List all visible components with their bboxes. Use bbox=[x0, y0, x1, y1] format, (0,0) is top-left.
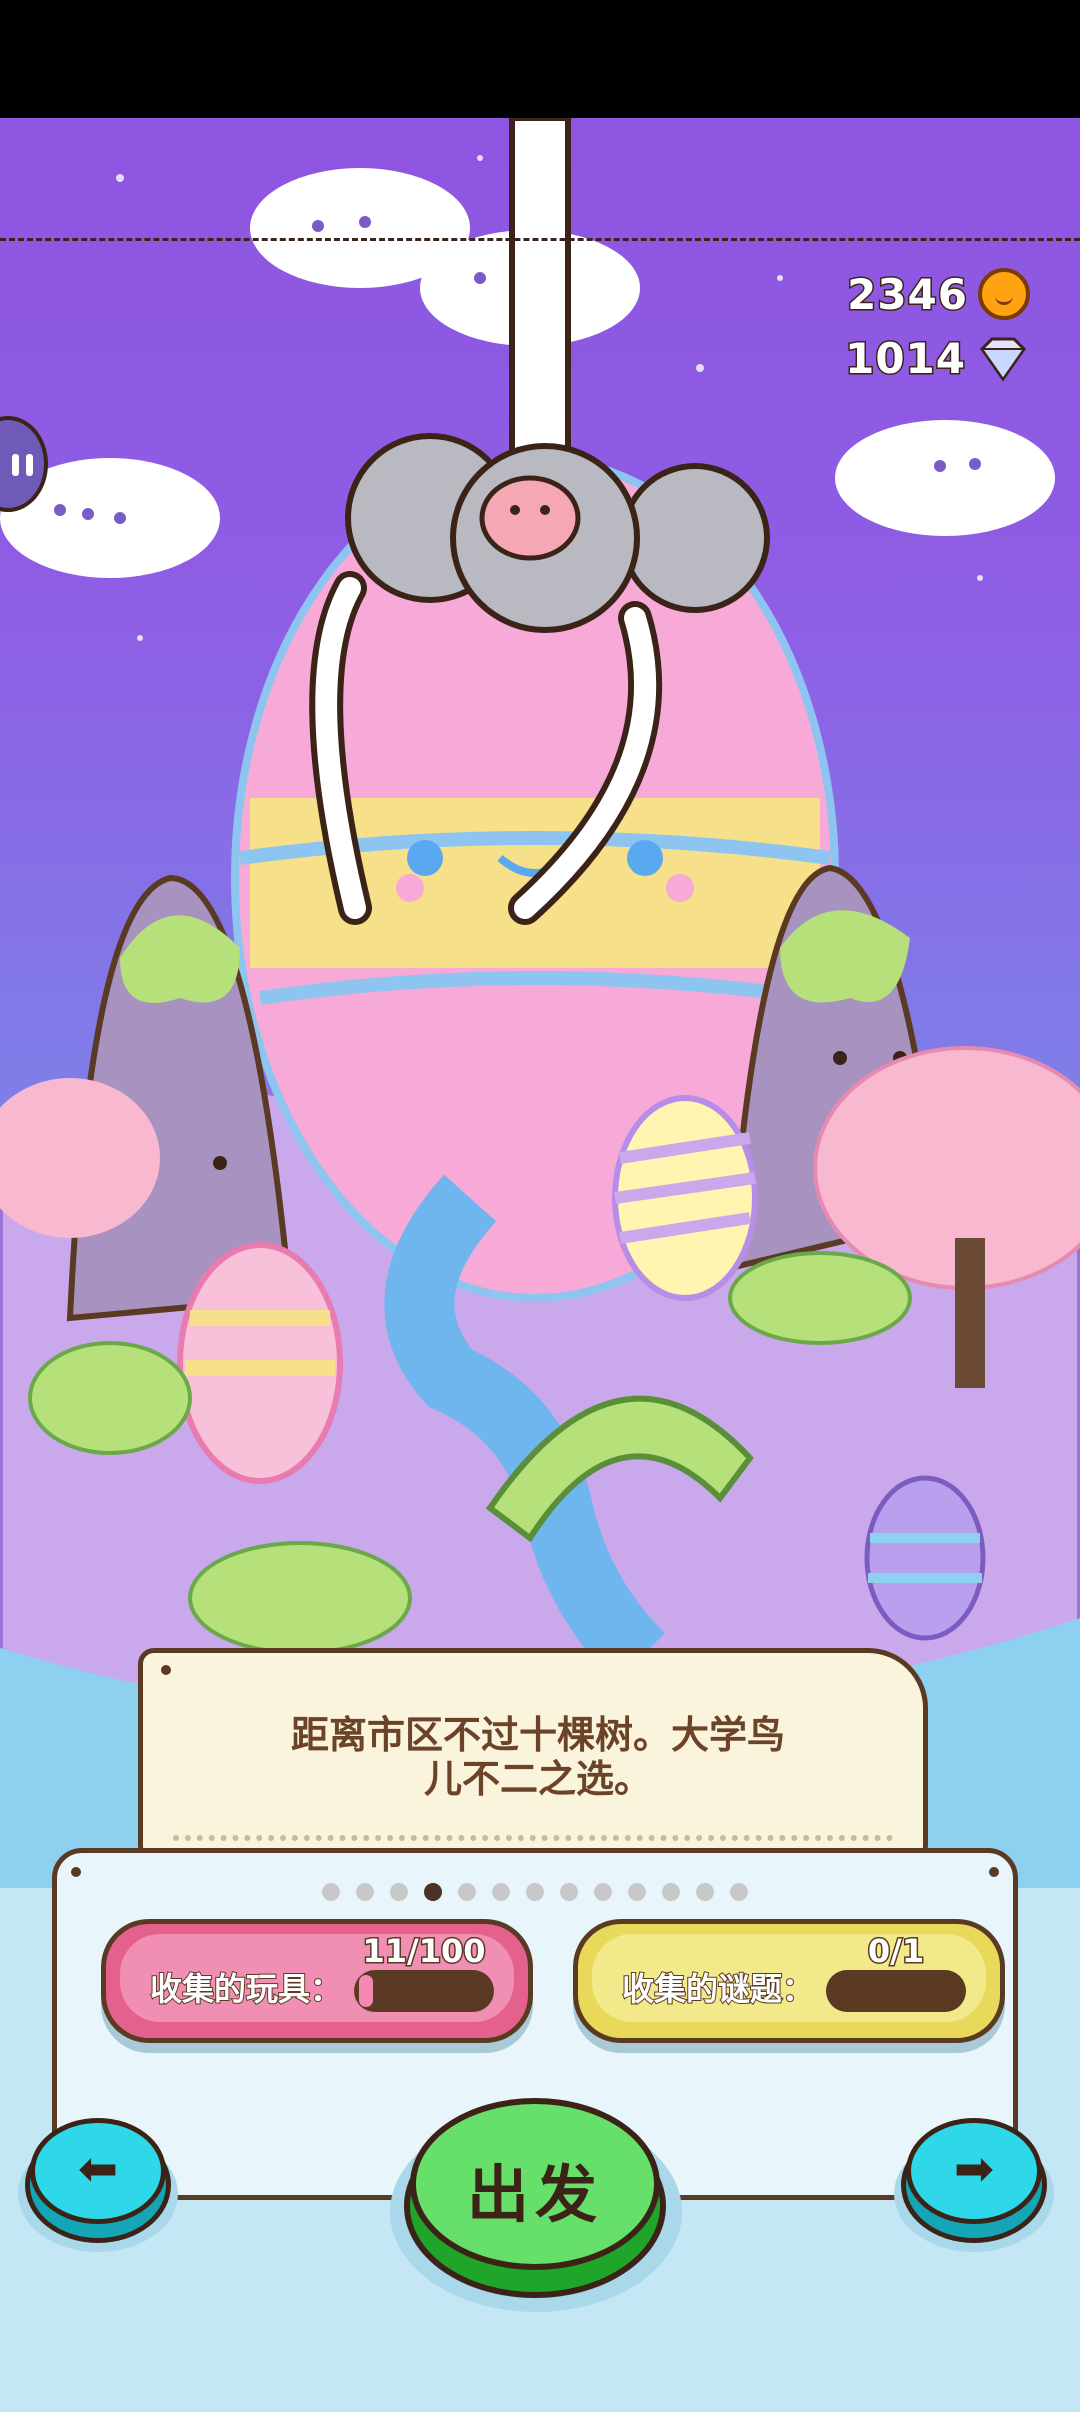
gem-count: 1014 bbox=[844, 333, 967, 385]
page-dot bbox=[492, 1883, 510, 1901]
egg-pink bbox=[177, 1242, 343, 1484]
puzzles-label: 收集的谜题： bbox=[621, 1969, 815, 2009]
drop-line bbox=[0, 238, 1080, 241]
page-dot bbox=[390, 1883, 408, 1901]
page-dot bbox=[594, 1883, 612, 1901]
page-dot bbox=[628, 1883, 646, 1901]
page-dot bbox=[322, 1883, 340, 1901]
page-dot bbox=[662, 1883, 680, 1901]
start-button[interactable]: 出发 bbox=[410, 2098, 660, 2270]
level-description: 距离市区不过十棵树。大学鸟 儿不二之选。 bbox=[290, 1713, 785, 1801]
diamond-icon bbox=[976, 335, 1030, 383]
level-description-card: 距离市区不过十棵树。大学鸟 儿不二之选。 bbox=[138, 1648, 928, 1858]
tree-trunk bbox=[955, 1238, 985, 1388]
pause-icon bbox=[12, 454, 19, 476]
next-level-button[interactable]: ➡ bbox=[906, 2118, 1042, 2224]
cherry-tree-right bbox=[813, 1046, 1080, 1290]
page-dot bbox=[560, 1883, 578, 1901]
page-dot bbox=[356, 1883, 374, 1901]
arrow-right-icon: ➡ bbox=[953, 2141, 995, 2197]
coin-count: 2346 bbox=[846, 268, 969, 320]
page-dot bbox=[424, 1883, 442, 1901]
toys-collected: 收集的玩具： 11/100 bbox=[101, 1919, 533, 2043]
toys-value: 11/100 bbox=[361, 1931, 487, 1972]
coin-icon bbox=[978, 268, 1030, 320]
toys-progress-fill bbox=[359, 1975, 374, 2007]
page-dot bbox=[526, 1883, 544, 1901]
page-dot bbox=[730, 1883, 748, 1901]
status-bar bbox=[0, 0, 1080, 118]
cloud-right bbox=[835, 420, 1055, 536]
egg-pastel bbox=[864, 1475, 986, 1641]
toys-label: 收集的玩具： bbox=[149, 1969, 343, 2009]
puzzles-value: 0/1 bbox=[866, 1931, 925, 1972]
gem-counter: 1014 bbox=[844, 333, 1030, 385]
previous-level-button[interactable]: ⬅ bbox=[30, 2118, 166, 2224]
coin-counter: 2346 bbox=[846, 268, 1030, 320]
page-dot bbox=[458, 1883, 476, 1901]
page-dot bbox=[696, 1883, 714, 1901]
game-scene: 2346 1014 bbox=[0, 118, 1080, 1888]
puzzles-progress-bar bbox=[826, 1970, 966, 2012]
toys-progress-bar bbox=[354, 1970, 494, 2012]
arrow-left-icon: ⬅ bbox=[77, 2141, 119, 2197]
scene-illustration bbox=[0, 118, 1080, 1888]
cloud-top bbox=[250, 168, 640, 346]
egg-yellow bbox=[612, 1095, 758, 1301]
page-indicator bbox=[322, 1883, 748, 1901]
start-button-label: 出发 bbox=[466, 2158, 603, 2231]
puzzles-collected: 收集的谜题： 0/1 bbox=[573, 1919, 1005, 2043]
